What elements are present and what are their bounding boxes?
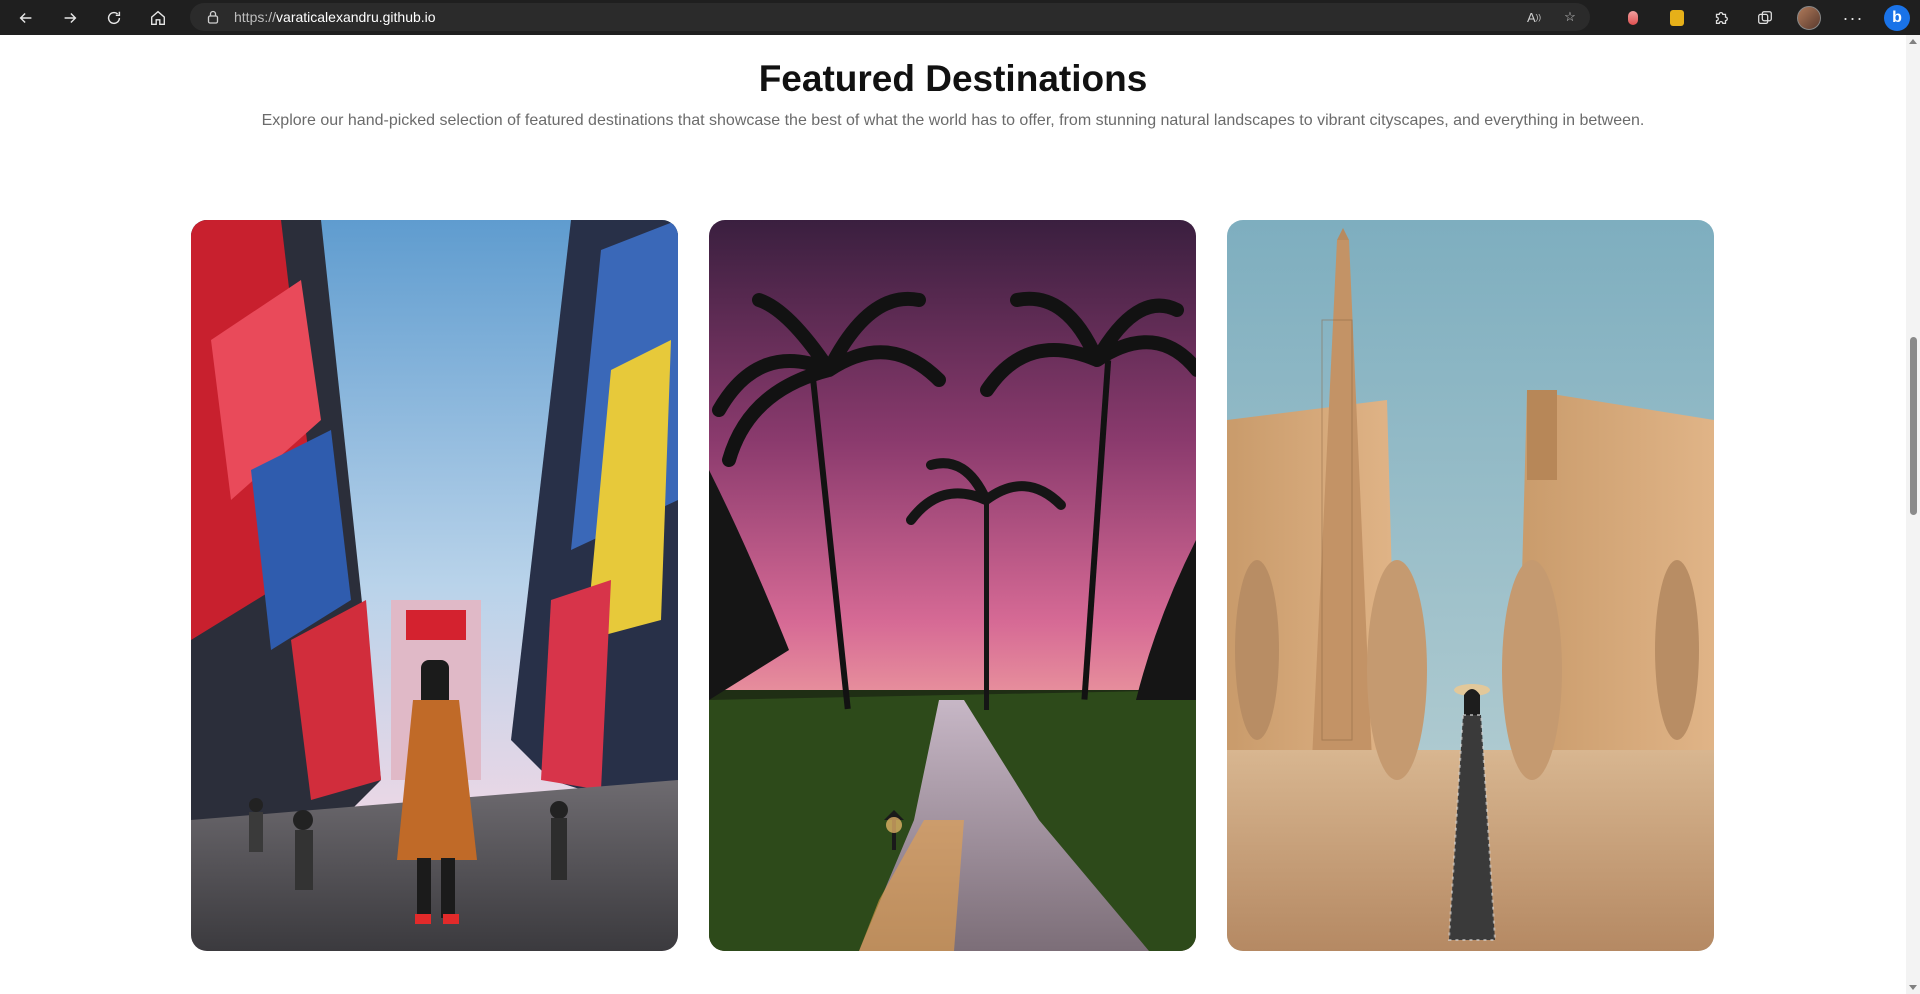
bing-icon: b [1884,5,1910,31]
refresh-icon[interactable] [96,2,132,34]
avatar [1797,6,1821,30]
url-scheme: https:// [234,9,277,25]
extensions-puzzle-icon[interactable] [1706,3,1736,33]
destination-card-palm-sunset[interactable] [709,220,1196,951]
favorite-star-icon[interactable]: ☆ [1560,7,1580,27]
more-menu-icon[interactable]: ··· [1838,3,1868,33]
home-icon[interactable] [140,2,176,34]
tokyo-street-image [191,220,678,951]
url-text: https://varaticalexandru.github.io [234,9,436,25]
forward-icon[interactable] [52,2,88,34]
address-bar[interactable]: https://varaticalexandru.github.io A)) ☆ [190,3,1590,31]
section-subtitle: Explore our hand-picked selection of fea… [261,112,1645,129]
egypt-temple-image [1227,220,1714,951]
palm-sunset-image [709,220,1196,951]
bing-copilot-button[interactable]: b [1882,3,1912,33]
scroll-up-arrow[interactable] [1909,39,1917,44]
extension-yellow-icon[interactable] [1662,3,1692,33]
destination-card-tokyo[interactable] [191,220,678,951]
page-scrollbar[interactable] [1906,35,1920,994]
read-aloud-icon[interactable]: A)) [1524,7,1544,27]
scroll-down-arrow[interactable] [1909,985,1917,990]
url-host: varaticalexandru.github.io [276,9,436,25]
lock-icon [207,10,219,24]
back-icon[interactable] [8,2,44,34]
profile-avatar[interactable] [1794,3,1824,33]
collections-icon[interactable] [1750,3,1780,33]
scroll-thumb[interactable] [1910,337,1917,515]
browser-toolbar: https://varaticalexandru.github.io A)) ☆… [0,0,1920,35]
extension-red-icon[interactable] [1618,3,1648,33]
destination-card-egypt-temple[interactable] [1227,220,1714,951]
section-title: Featured Destinations [758,58,1148,99]
